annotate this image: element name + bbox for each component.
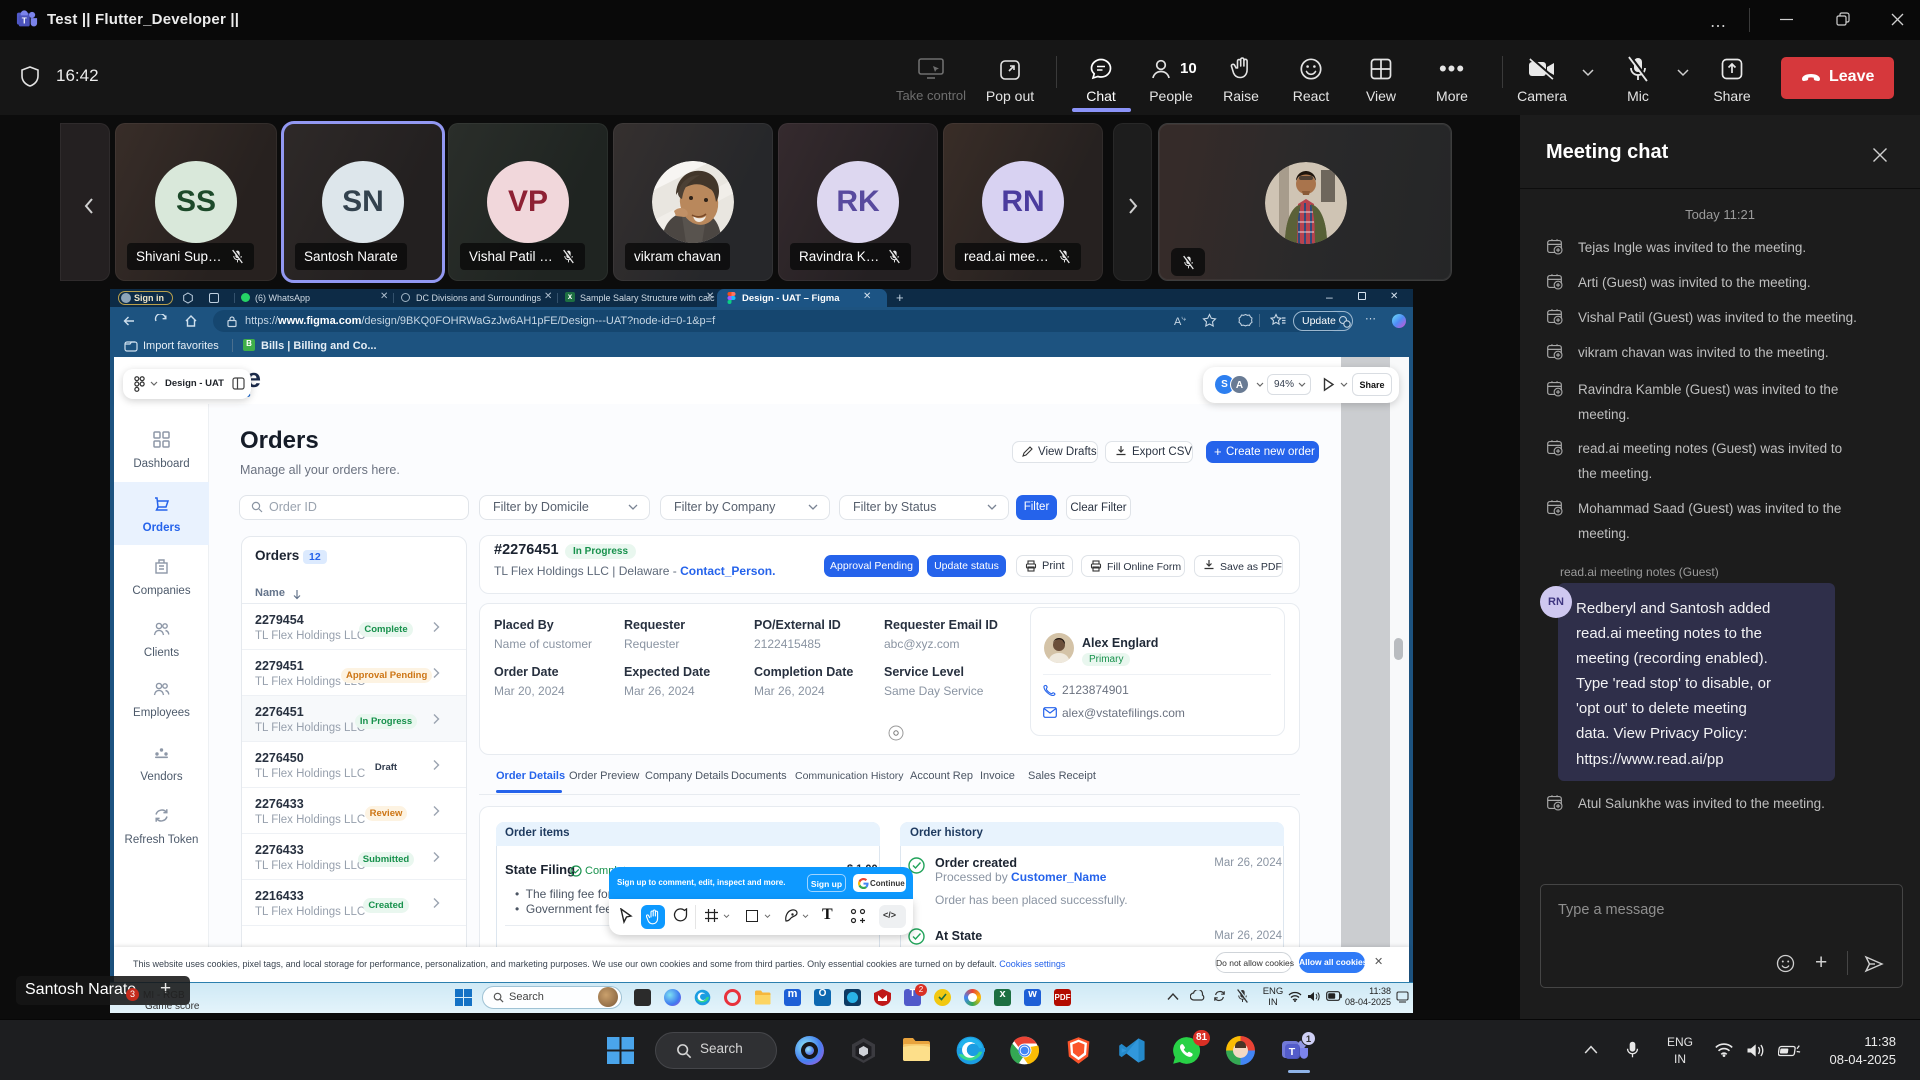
svg-text:T: T bbox=[22, 17, 27, 26]
svg-text:T: T bbox=[1289, 1046, 1296, 1058]
